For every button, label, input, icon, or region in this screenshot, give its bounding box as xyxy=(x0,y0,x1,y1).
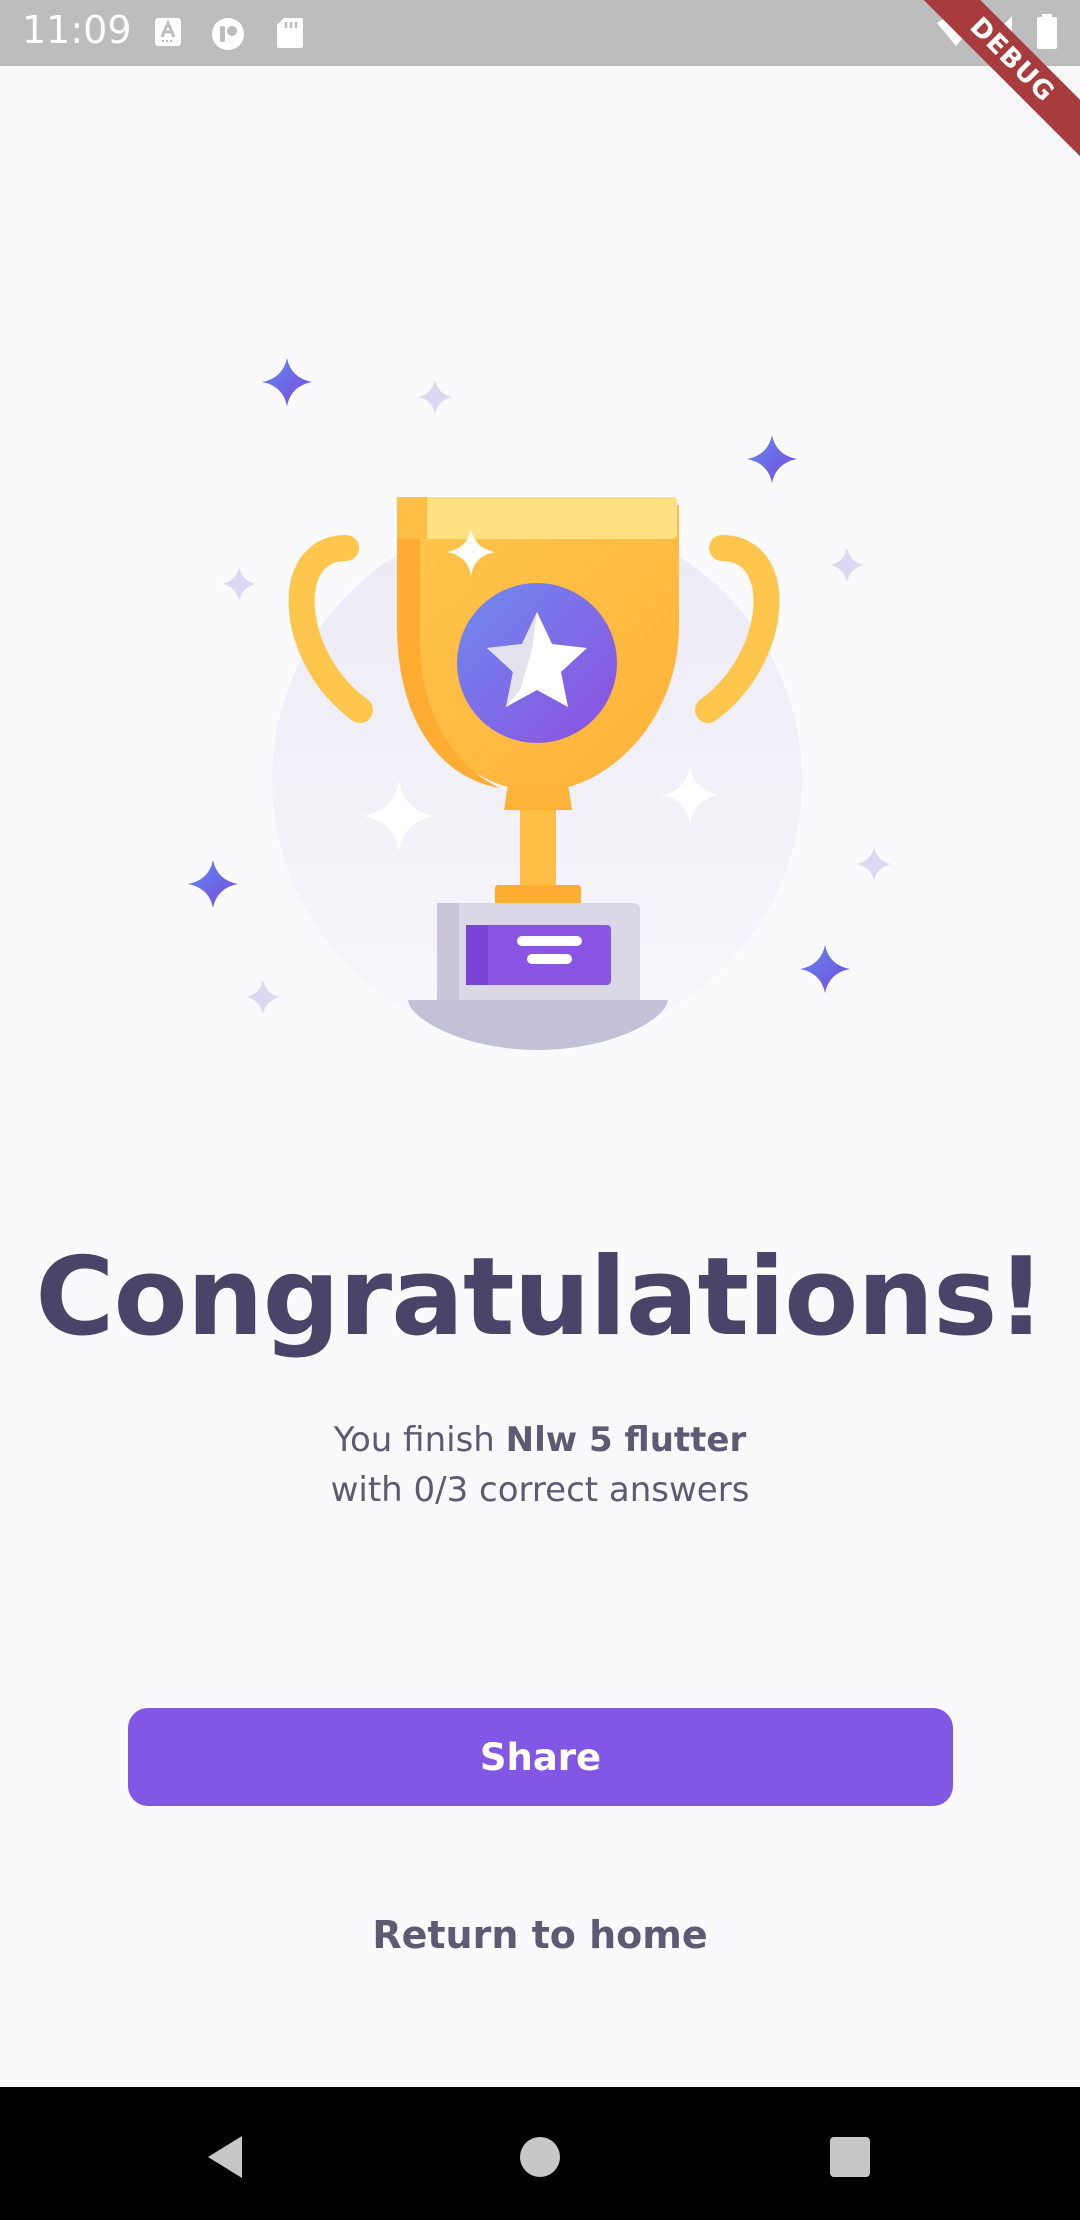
trophy-rim xyxy=(397,497,677,539)
system-nav-bar xyxy=(0,2087,1080,2220)
sparkle-icon xyxy=(830,548,864,582)
sparkle-icon xyxy=(800,945,850,993)
trophy-pedestal xyxy=(408,1000,668,1050)
battery-icon xyxy=(1037,14,1057,49)
sparkle-icon xyxy=(857,847,891,881)
result-line-2: with 0/3 correct answers xyxy=(330,1470,750,1510)
sparkle-icon xyxy=(418,380,452,414)
result-line-1: You finish Nlw 5 flutter xyxy=(0,1415,1080,1465)
wifi-icon xyxy=(937,15,975,46)
sparkle-icon xyxy=(246,980,280,1014)
back-icon xyxy=(208,2136,242,2178)
recents-icon xyxy=(830,2137,870,2177)
page-title: Congratulations! xyxy=(35,1235,1045,1360)
sparkle-icon xyxy=(188,860,238,908)
sd-card-icon xyxy=(277,18,303,48)
notification-app-icon xyxy=(212,18,244,50)
status-time: 11:09 xyxy=(22,8,132,52)
signal-icon xyxy=(982,16,1012,48)
home-button[interactable] xyxy=(505,2122,575,2192)
sparkle-icon xyxy=(262,358,312,406)
status-bar: 11:09 DEBUG xyxy=(0,0,1080,159)
sparkle-icon xyxy=(222,567,256,601)
recents-button[interactable] xyxy=(815,2122,885,2192)
return-home-button[interactable]: Return to home xyxy=(290,1900,790,1970)
quiz-name: Nlw 5 flutter xyxy=(505,1420,747,1460)
home-icon xyxy=(520,2137,560,2177)
trophy-illustration xyxy=(188,358,891,1050)
a-keyboard-icon xyxy=(155,18,181,46)
share-button[interactable]: Share xyxy=(128,1708,953,1806)
sparkle-icon xyxy=(747,435,797,483)
result-summary: You finish Nlw 5 flutter with 0/3 correc… xyxy=(0,1415,1080,1515)
trophy-stem xyxy=(520,810,556,890)
back-button[interactable] xyxy=(190,2122,260,2192)
result-prefix: You finish xyxy=(333,1420,506,1460)
